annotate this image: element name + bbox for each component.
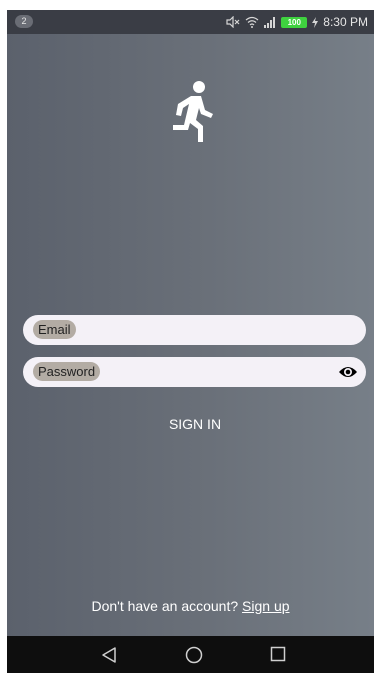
wifi-icon <box>245 16 259 28</box>
signal-icon <box>264 17 276 28</box>
battery-icon: 100 <box>281 16 308 28</box>
phone-screen: 2 100 8:30 PM Email Password SIGN IN Don… <box>7 10 374 673</box>
running-person-icon <box>173 81 213 142</box>
home-circle-icon[interactable] <box>185 646 203 664</box>
email-label: Email <box>33 320 76 339</box>
mute-icon <box>226 16 240 28</box>
status-bar: 2 100 8:30 PM <box>7 10 374 34</box>
password-field[interactable]: Password <box>23 357 366 387</box>
email-field[interactable]: Email <box>23 315 366 345</box>
status-icons: 100 8:30 PM <box>226 10 368 34</box>
password-label: Password <box>33 362 101 381</box>
notification-count-badge: 2 <box>15 15 33 28</box>
navigation-bar <box>7 636 374 673</box>
eye-icon[interactable] <box>338 363 358 381</box>
recents-square-icon[interactable] <box>270 646 286 662</box>
charging-icon <box>312 16 319 28</box>
back-triangle-icon[interactable] <box>101 646 117 664</box>
sign-up-link[interactable]: Sign up <box>242 598 289 614</box>
status-time: 8:30 PM <box>323 15 368 29</box>
signup-prompt-text: Don't have an account? <box>91 598 239 614</box>
login-screen: Email Password SIGN IN Don't have an acc… <box>7 34 374 636</box>
sign-in-button[interactable]: SIGN IN <box>140 412 250 436</box>
signup-prompt-row: Don't have an account? Sign up <box>7 598 374 618</box>
